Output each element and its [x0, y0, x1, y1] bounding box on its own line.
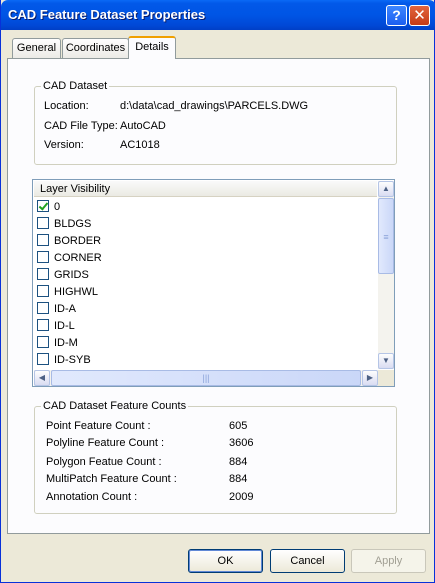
multipatch-count-label: MultiPatch Feature Count : — [46, 473, 177, 485]
feature-counts-legend: CAD Dataset Feature Counts — [43, 400, 187, 412]
list-item[interactable]: ID-L — [37, 318, 367, 335]
point-count-value: 605 — [229, 420, 248, 432]
layer-name: BORDER — [54, 235, 102, 247]
checkbox[interactable] — [37, 251, 49, 263]
scroll-right-icon[interactable]: ▶ — [362, 370, 378, 386]
checkbox[interactable] — [37, 353, 49, 365]
scroll-left-icon[interactable]: ◀ — [34, 370, 50, 386]
cancel-button[interactable]: Cancel — [270, 549, 345, 573]
checkbox[interactable] — [37, 200, 49, 212]
tab-label: Coordinates — [65, 42, 126, 54]
layer-name: ID-SYB — [54, 354, 91, 366]
checkbox[interactable] — [37, 319, 49, 331]
help-icon[interactable]: ? — [386, 5, 407, 26]
tab-coordinates[interactable]: Coordinates — [62, 38, 129, 58]
title-bar[interactable]: CAD Feature Dataset Properties ? ✕ — [1, 0, 435, 30]
list-item[interactable]: ID-A — [37, 301, 367, 318]
layer-name: ID-M — [54, 337, 78, 349]
tab-label: General — [16, 42, 57, 54]
annotation-count-label: Annotation Count : — [46, 491, 138, 503]
list-item[interactable]: HIGHWL — [37, 284, 367, 301]
list-item[interactable]: 0 — [37, 199, 367, 216]
scroll-down-icon[interactable]: ▼ — [378, 353, 394, 369]
horizontal-scrollbar[interactable]: ◀ ||| ▶ — [34, 370, 378, 386]
checkbox[interactable] — [37, 302, 49, 314]
version-value: AC1018 — [120, 139, 160, 151]
layer-name: ID-L — [54, 320, 75, 332]
tab-details[interactable]: Details — [128, 36, 176, 59]
list-item[interactable]: GRIDS — [37, 267, 367, 284]
layer-name: CORNER — [54, 252, 102, 264]
scrollbar-corner — [378, 370, 394, 386]
layer-visibility-header[interactable]: Layer Visibility — [34, 181, 377, 197]
checkbox[interactable] — [37, 234, 49, 246]
polyline-count-value: 3606 — [229, 437, 254, 449]
checkbox[interactable] — [37, 336, 49, 348]
vertical-scroll-thumb[interactable]: ≡ — [378, 198, 394, 274]
close-icon[interactable]: ✕ — [409, 5, 430, 26]
list-item[interactable]: CORNER — [37, 250, 367, 267]
horizontal-scroll-thumb[interactable]: ||| — [51, 370, 361, 386]
checkbox[interactable] — [37, 285, 49, 297]
point-count-label: Point Feature Count : — [46, 420, 151, 432]
vertical-scrollbar[interactable]: ▲ ≡ ▼ — [378, 181, 394, 369]
version-label: Version: — [44, 139, 84, 151]
apply-button[interactable]: Apply — [351, 549, 426, 573]
polyline-count-label: Polyline Feature Count : — [46, 437, 165, 449]
cad-file-type-label: CAD File Type: — [44, 120, 118, 132]
annotation-count-value: 2009 — [229, 491, 254, 503]
layer-name: HIGHWL — [54, 286, 98, 298]
cad-dataset-legend: CAD Dataset — [43, 80, 108, 92]
cad-file-type-value: AutoCAD — [120, 120, 166, 132]
layer-name: 0 — [54, 201, 61, 213]
layer-name: GRIDS — [54, 269, 89, 281]
location-label: Location: — [44, 100, 89, 112]
layer-name: BLDGS — [54, 218, 92, 230]
layer-visibility-list[interactable]: Layer Visibility 0 BLDGS BORDER CORNER G… — [32, 179, 395, 387]
tab-general[interactable]: General — [12, 38, 61, 58]
checkbox[interactable] — [37, 268, 49, 280]
list-item[interactable]: BLDGS — [37, 216, 367, 233]
list-item[interactable]: ID-M — [37, 335, 367, 352]
tab-label: Details — [135, 41, 169, 53]
list-item[interactable]: BORDER — [37, 233, 367, 250]
ok-button[interactable]: OK — [188, 549, 263, 573]
scroll-up-icon[interactable]: ▲ — [378, 181, 394, 197]
list-item[interactable]: ID-SYB — [37, 352, 367, 369]
location-value: d:\data\cad_drawings\PARCELS.DWG — [120, 100, 309, 112]
multipatch-count-value: 884 — [229, 473, 248, 485]
layer-name: ID-A — [54, 303, 76, 315]
polygon-count-label: Polygon Featue Count : — [46, 456, 162, 468]
window-title: CAD Feature Dataset Properties — [8, 7, 206, 22]
polygon-count-value: 884 — [229, 456, 248, 468]
checkbox[interactable] — [37, 217, 49, 229]
properties-dialog: CAD Feature Dataset Properties ? ✕ Gener… — [0, 0, 435, 583]
